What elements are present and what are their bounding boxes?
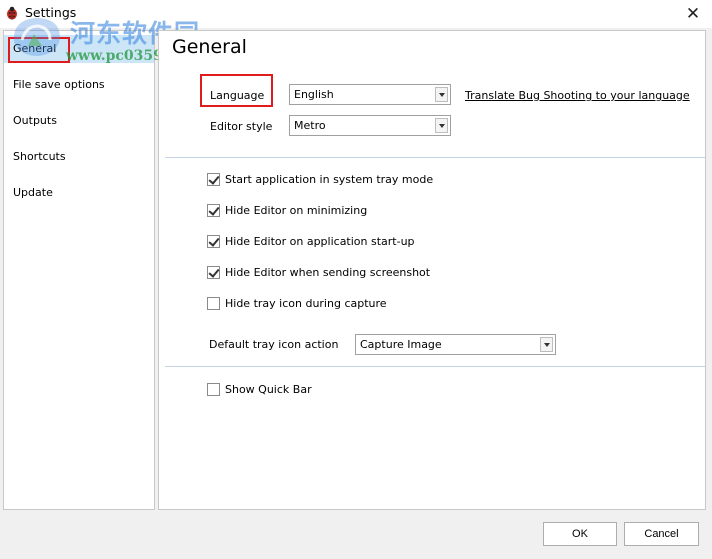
sidebar-item-label: Update <box>13 186 53 199</box>
checkbox-box[interactable] <box>207 383 220 396</box>
tray-action-label: Default tray icon action <box>209 338 339 351</box>
checkbox-label: Start application in system tray mode <box>225 173 434 186</box>
language-select-value: English <box>294 88 334 101</box>
section-divider <box>165 366 705 367</box>
checkbox-label: Hide Editor on application start-up <box>225 235 415 248</box>
checkbox-box[interactable] <box>207 173 220 186</box>
checkbox-box[interactable] <box>207 297 220 310</box>
title-bar: Settings ✕ <box>0 0 712 28</box>
ok-button[interactable]: OK <box>543 522 617 546</box>
close-button[interactable]: ✕ <box>682 3 704 25</box>
page-title: General <box>172 36 247 58</box>
editor-style-label: Editor style <box>210 120 273 133</box>
sidebar-item-label: File save options <box>13 78 105 91</box>
sidebar-item-file-save-options[interactable]: File save options <box>4 71 154 99</box>
chevron-down-icon <box>540 337 553 352</box>
checkbox-label: Hide Editor on minimizing <box>225 204 368 217</box>
section-divider <box>165 157 705 158</box>
language-select[interactable]: English <box>289 84 451 105</box>
tray-action-select[interactable]: Capture Image <box>355 334 556 355</box>
checkbox-label: Show Quick Bar <box>225 383 312 396</box>
sidebar-item-update[interactable]: Update <box>4 179 154 207</box>
sidebar-item-outputs[interactable]: Outputs <box>4 107 154 135</box>
tray-action-select-value: Capture Image <box>360 338 442 351</box>
bug-icon <box>7 6 17 20</box>
cancel-button[interactable]: Cancel <box>624 522 699 546</box>
sidebar-item-shortcuts[interactable]: Shortcuts <box>4 143 154 171</box>
chevron-down-icon <box>435 87 448 102</box>
settings-content: General Language English Translate Bug S… <box>158 30 706 510</box>
checkbox-label: Hide Editor when sending screenshot <box>225 266 431 279</box>
settings-sidebar: General File save options Outputs Shortc… <box>3 30 155 510</box>
sidebar-item-label: Outputs <box>13 114 57 127</box>
checkbox-box[interactable] <box>207 235 220 248</box>
checkbox-label: Hide tray icon during capture <box>225 297 387 310</box>
translate-link[interactable]: Translate Bug Shooting to your language <box>465 89 690 102</box>
checkbox-box[interactable] <box>207 266 220 279</box>
sidebar-item-label: Shortcuts <box>13 150 66 163</box>
window-title: Settings <box>25 5 77 20</box>
annotation-highlight-box <box>8 37 70 63</box>
checkbox-box[interactable] <box>207 204 220 217</box>
editor-style-select-value: Metro <box>294 119 326 132</box>
chevron-down-icon <box>435 118 448 133</box>
close-icon: ✕ <box>685 4 701 24</box>
editor-style-select[interactable]: Metro <box>289 115 451 136</box>
language-label: Language <box>210 89 265 102</box>
